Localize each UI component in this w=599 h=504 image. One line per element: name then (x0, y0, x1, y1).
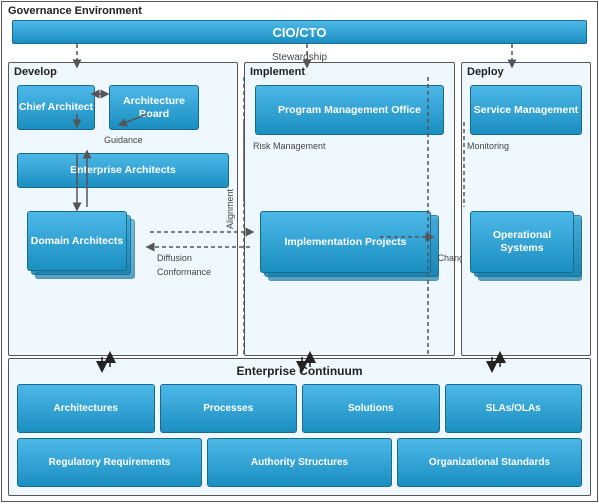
enterprise-cell-solutions: Solutions (302, 384, 440, 433)
conformance-label: Conformance (157, 267, 211, 277)
sections-row: Develop Chief Architect Architecture Boa… (8, 62, 591, 356)
chief-architect-box: Chief Architect (17, 85, 95, 130)
arch-board-box: Architecture Board (109, 85, 199, 130)
diffusion-label: Diffusion (157, 253, 192, 263)
enterprise-row2: Regulatory Requirements Authority Struct… (17, 438, 582, 487)
ops-systems-box: Operational Systems (470, 211, 574, 273)
alignment-left-label: Alignment (225, 189, 235, 229)
cio-cto-bar: CIO/CTO (12, 20, 587, 44)
impl-projects-box: Implementation Projects (260, 211, 431, 273)
governance-title: Governance Environment (8, 5, 142, 17)
deploy-section: Deploy Service Management Monitoring Ope… (461, 62, 591, 356)
governance-environment: Governance Environment CIO/CTO Stewardsh… (1, 1, 598, 502)
implement-section: Implement Alignment Program Management O… (244, 62, 455, 356)
deploy-label: Deploy (467, 66, 504, 78)
enterprise-label: Enterprise Continuum (236, 364, 362, 378)
impl-projects-wrapper: Implementation Projects (260, 211, 439, 291)
domain-architects-wrapper: Domain Architects (27, 211, 137, 291)
enterprise-cell-authority: Authority Structures (207, 438, 392, 487)
cio-cto-label: CIO/CTO (273, 25, 327, 40)
enterprise-cell-processes: Processes (160, 384, 298, 433)
develop-section: Develop Chief Architect Architecture Boa… (8, 62, 238, 356)
risk-mgmt-label: Risk Management (253, 141, 326, 151)
enterprise-cell-architectures: Architectures (17, 384, 155, 433)
enterprise-cell-org-standards: Organizational Standards (397, 438, 582, 487)
implement-label: Implement (250, 66, 305, 78)
enterprise-cell-regulatory: Regulatory Requirements (17, 438, 202, 487)
enterprise-architects-box: Enterprise Architects (17, 153, 229, 188)
svc-mgmt-box: Service Management (470, 85, 582, 135)
ops-systems-wrapper: Operational Systems (470, 211, 582, 291)
domain-architects-box: Domain Architects (27, 211, 127, 271)
enterprise-grid: Architectures Processes Solutions SLAs/O… (17, 384, 582, 487)
enterprise-continuum-box: Enterprise Continuum Architectures Proce… (8, 358, 591, 496)
enterprise-cell-slas: SLAs/OLAs (445, 384, 583, 433)
guidance-label: Guidance (104, 135, 143, 145)
develop-label: Develop (14, 66, 57, 78)
prog-mgmt-box: Program Management Office (255, 85, 444, 135)
monitoring-label: Monitoring (467, 141, 509, 151)
